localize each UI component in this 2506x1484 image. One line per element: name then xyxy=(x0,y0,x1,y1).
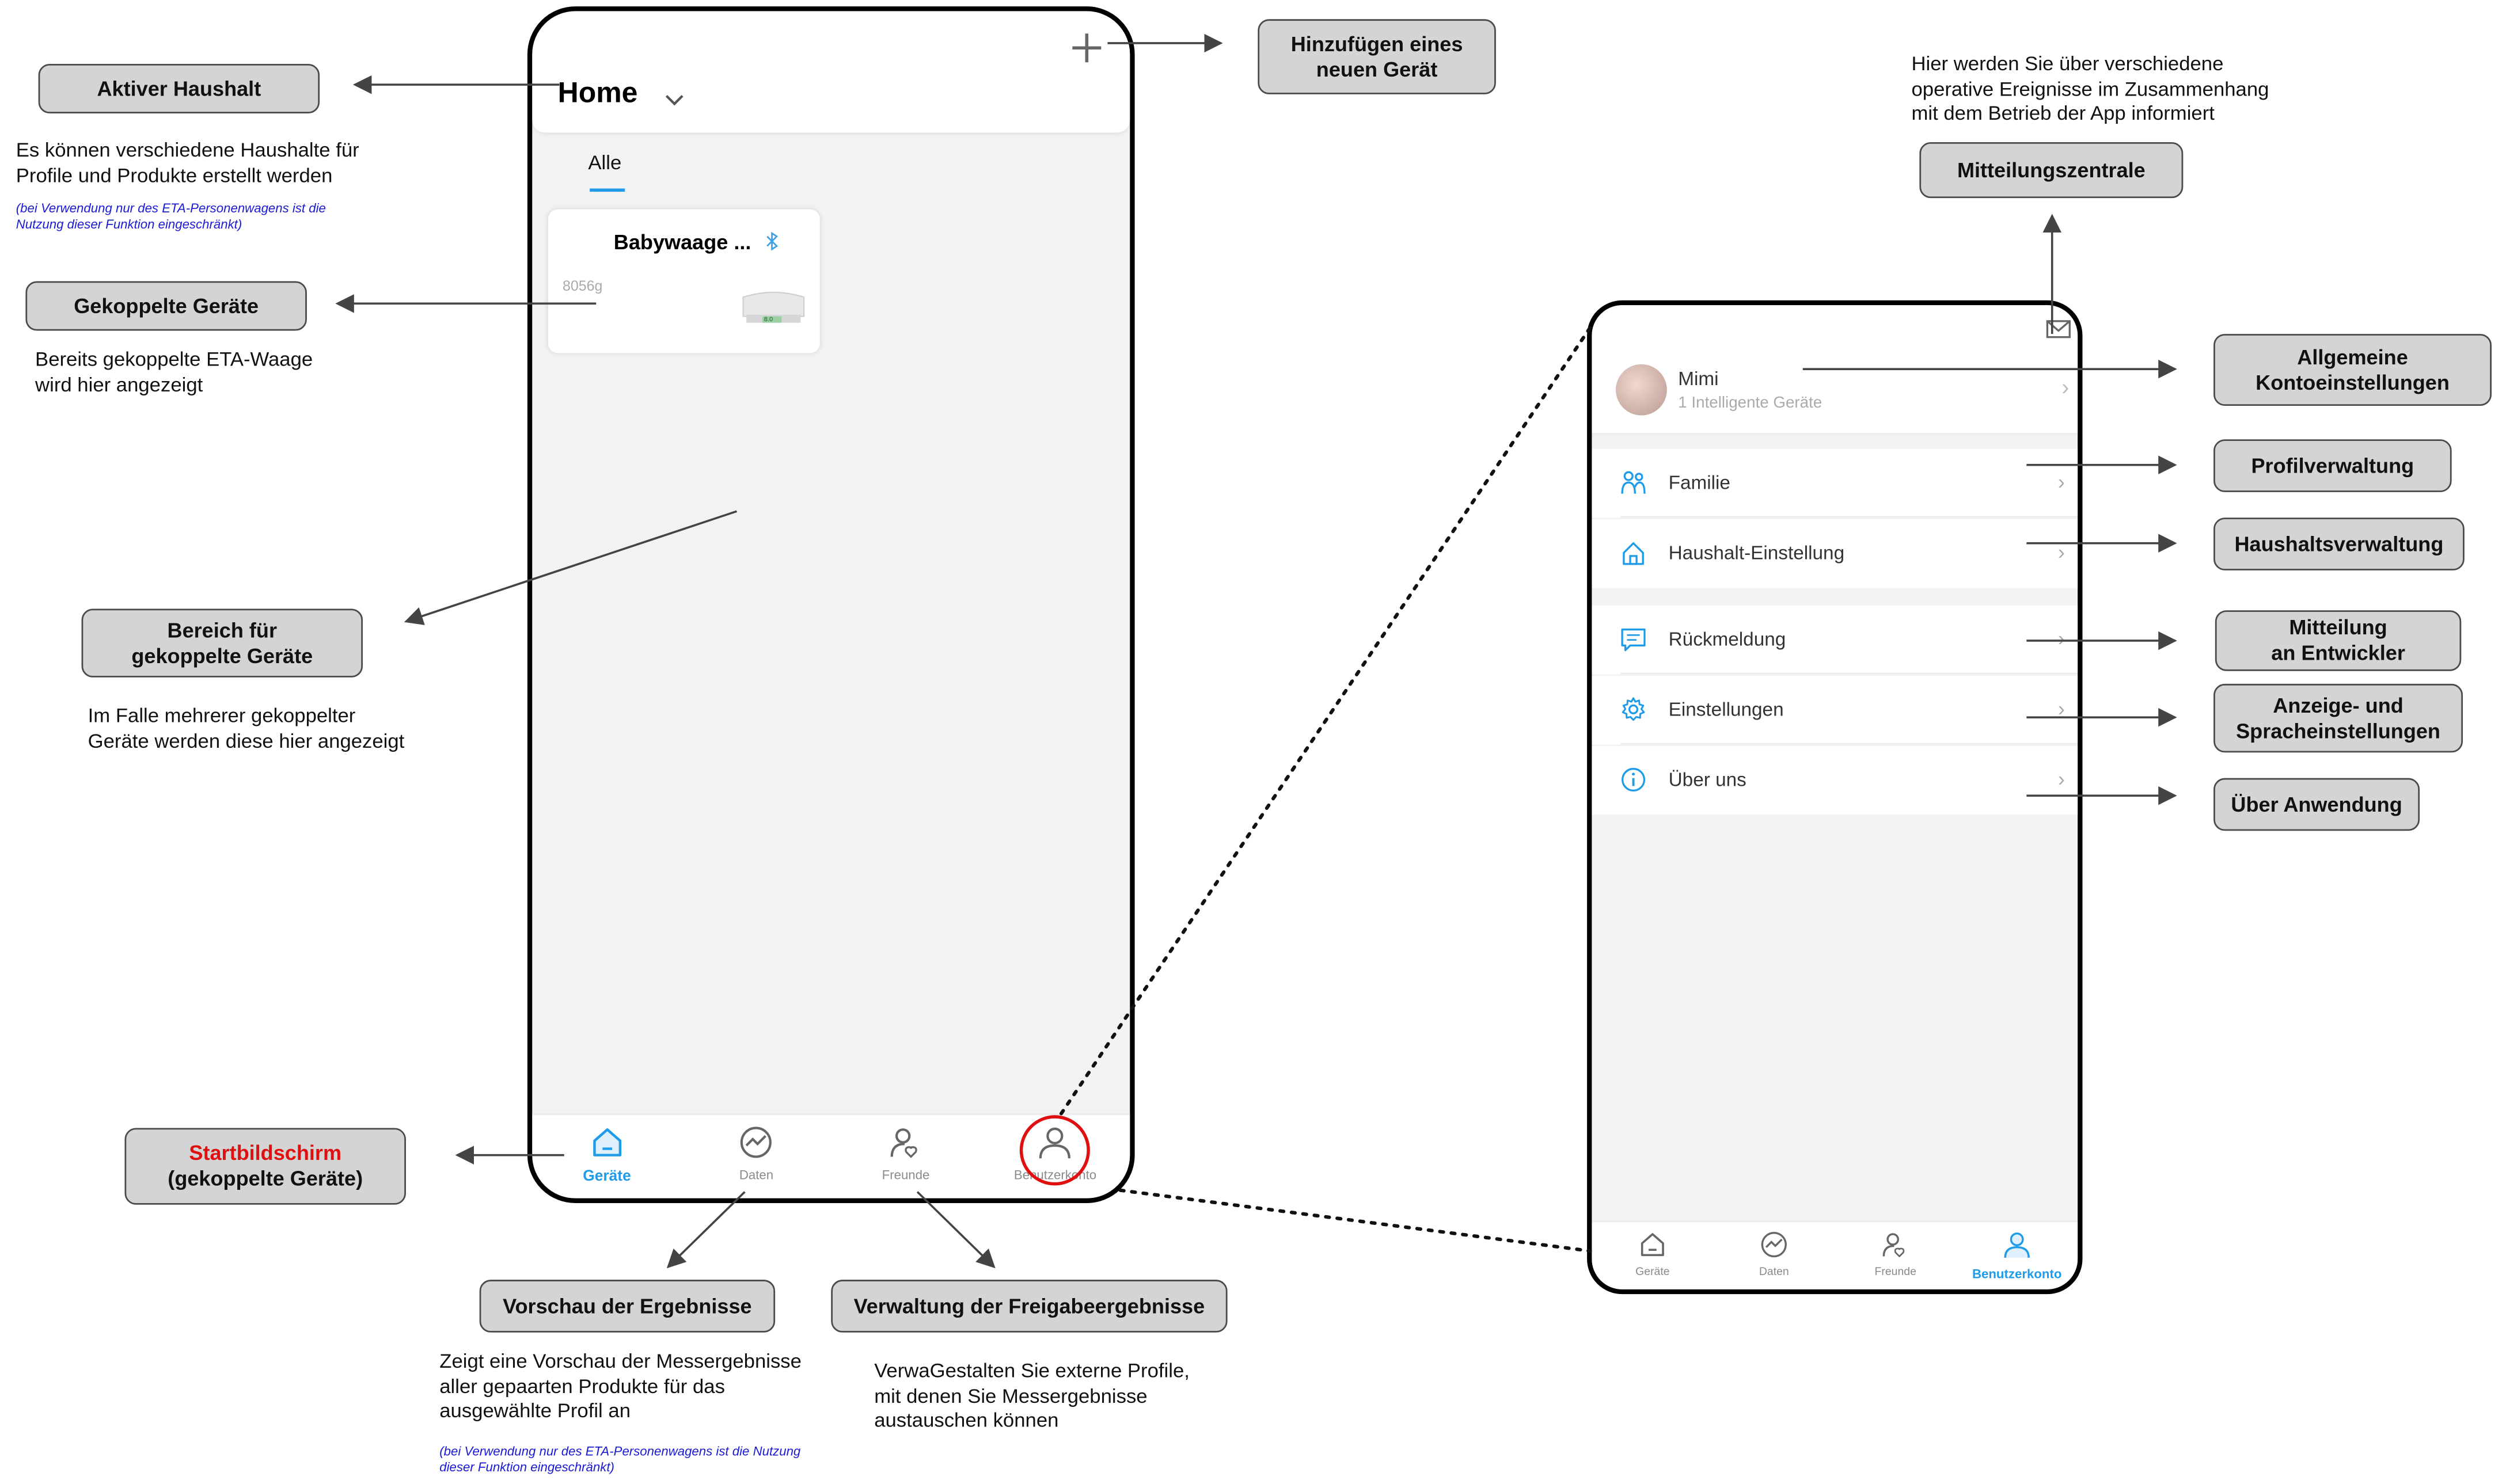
desc-vorschau: Zeigt eine Vorschau der Messergebnisse a… xyxy=(439,1350,802,1422)
label-verwaltung: Verwaltung der Freigabeergebnisse xyxy=(831,1280,1228,1333)
desc-mitteilungszentrale: Hier werden Sie über verschiedene operat… xyxy=(1911,52,2269,125)
label-mitteilung-entwickler: Mitteilung an Entwickler xyxy=(2215,610,2462,671)
label-haushaltsverwaltung: Haushaltsverwaltung xyxy=(2213,518,2465,570)
desc-gekoppelte-geraete: Bereits gekoppelte ETA-Waage wird hier a… xyxy=(35,348,313,395)
label-ueber-anwendung: Über Anwendung xyxy=(2213,778,2420,831)
label-anzeige-sprache: Anzeige- und Spracheinstellungen xyxy=(2213,683,2463,753)
startbildschirm-subtitle: (gekoppelte Geräte) xyxy=(168,1166,363,1190)
label-vorschau: Vorschau der Ergebnisse xyxy=(479,1280,776,1333)
label-hinzufuegen: Hinzufügen eines neuen Gerät xyxy=(1258,19,1496,94)
label-gekoppelte-geraete: Gekoppelte Geräte xyxy=(25,281,307,331)
annotated-ui-diagram: Home Alle Babywaage ... 8056g 8.0 Geräte… xyxy=(0,0,2506,1484)
note-vorschau: (bei Verwendung nur des ETA-Personenwage… xyxy=(439,1444,801,1475)
label-bereich: Bereich für gekoppelte Geräte xyxy=(81,608,363,678)
note-aktiver-haushalt: (bei Verwendung nur des ETA-Personenwage… xyxy=(16,201,326,232)
desc-aktiver-haushalt: Es können verschiedene Haushalte für Pro… xyxy=(16,139,359,187)
highlight-circle xyxy=(1019,1115,1090,1186)
desc-bereich: Im Falle mehrerer gekoppelter Geräte wer… xyxy=(88,704,405,752)
label-profilverwaltung: Profilverwaltung xyxy=(2213,439,2452,492)
label-startbildschirm: Startbildschirm (gekoppelte Geräte) xyxy=(124,1128,406,1205)
label-mitteilungszentrale: Mitteilungszentrale xyxy=(1919,142,2184,199)
desc-verwaltung: VerwaGestalten Sie externe Profile, mit … xyxy=(874,1359,1190,1432)
label-aktiver-haushalt: Aktiver Haushalt xyxy=(38,64,320,114)
label-allgemeine: Allgemeine Kontoeinstellungen xyxy=(2213,334,2492,406)
startbildschirm-title: Startbildschirm xyxy=(189,1140,342,1165)
